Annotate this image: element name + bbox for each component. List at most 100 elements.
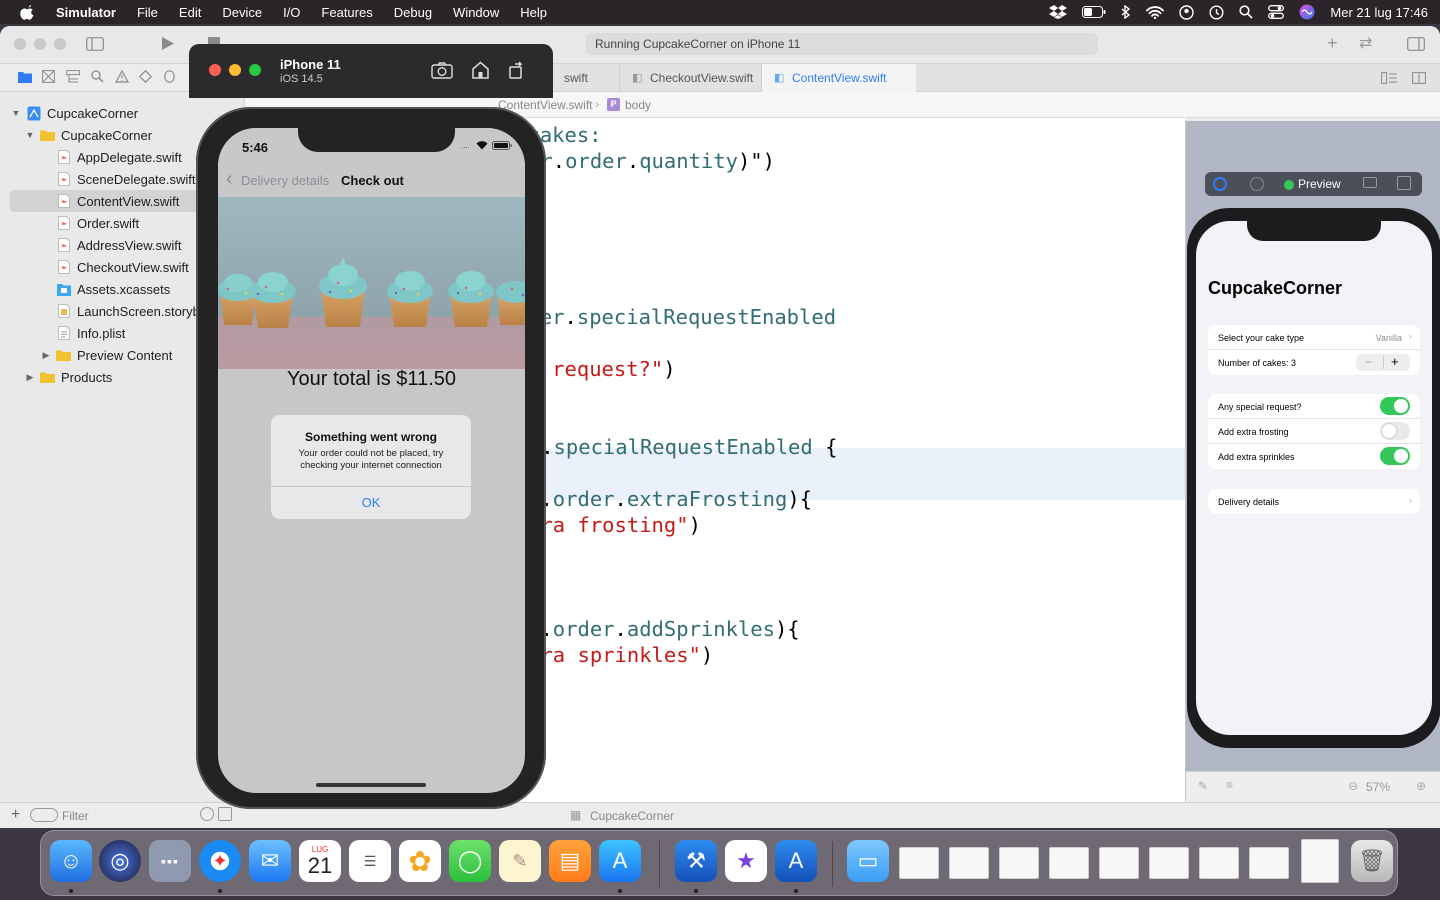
inspector-toggle-icon[interactable] [1407,37,1425,51]
xcode-minimize-button[interactable] [34,38,46,50]
minimized-window-thumbnail[interactable] [1249,847,1289,879]
simulator-zoom-button[interactable] [249,64,261,76]
tab-content-view[interactable]: ◧ ContentView.swift [761,64,916,92]
menu-io[interactable]: I/O [283,5,300,20]
issue-navigator-icon[interactable] [115,70,129,83]
app-store-icon[interactable]: A [599,840,641,882]
source-control-icon[interactable] [42,70,55,83]
zoom-out-icon[interactable]: ⊖ [1348,779,1358,793]
run-icon[interactable] [161,36,175,51]
time-machine-icon[interactable] [1209,4,1224,20]
menu-app-name[interactable]: Simulator [56,5,116,20]
extra-frosting-toggle[interactable] [1380,422,1410,440]
minimized-window-thumbnail[interactable] [949,847,989,879]
pin-icon[interactable]: ✎ [1198,779,1208,793]
siri-icon[interactable] [1299,4,1315,20]
split-editor-icon[interactable] [1412,72,1426,84]
duplicate-preview-icon[interactable] [1397,176,1411,190]
finder-icon[interactable]: ☺ [50,840,92,882]
jumpbar-file[interactable]: ContentView.swift [498,98,593,112]
spotlight-search-icon[interactable] [1239,5,1254,19]
xcode-zoom-button[interactable] [54,38,66,50]
minimized-window-thumbnail[interactable] [899,847,939,879]
simulator-close-button[interactable] [209,64,221,76]
menubar-clock[interactable]: Mer 21 lug 17:46 [1330,5,1428,20]
menu-features[interactable]: Features [321,5,372,20]
apple-icon[interactable] [20,4,36,20]
downloads-folder-icon[interactable]: ▭ [847,840,889,882]
xcode-close-button[interactable] [14,38,26,50]
variants-icon[interactable]: ≡ [1226,778,1233,792]
notes-icon[interactable]: ✎ [499,840,541,882]
minus-icon[interactable]: − [1365,355,1372,369]
debug-navigator-icon[interactable] [163,70,176,83]
back-chevron-icon[interactable]: ‹ [226,168,233,191]
device-settings-icon[interactable] [1363,177,1377,188]
jumpbar-symbol[interactable]: body [625,98,651,112]
rotate-device-icon[interactable] [508,61,525,79]
minimized-window-thumbnail[interactable] [1099,847,1139,879]
quantity-stepper[interactable]: − + [1356,354,1410,371]
trash-icon[interactable]: 🗑 [1351,840,1393,882]
battery-icon[interactable] [1082,6,1106,18]
minimized-window-thumbnail[interactable] [1199,847,1239,879]
find-navigator-icon[interactable] [91,70,104,83]
messages-icon[interactable]: ◯ [449,840,491,882]
nav-item-project[interactable]: ▼ CupcakeCorner [10,102,245,124]
sidebar-toggle-icon[interactable] [86,37,104,51]
code-review-icon[interactable]: ⇄ [1359,33,1372,53]
menu-window[interactable]: Window [453,5,499,20]
wifi-icon[interactable] [1146,5,1165,19]
alert-ok-button[interactable]: OK [271,495,471,510]
filter-icon[interactable] [30,808,58,822]
preview-cake-type-row[interactable]: Select your cake type Vanilla › [1208,325,1420,350]
back-button[interactable]: Delivery details [241,173,329,188]
bluetooth-icon[interactable] [1121,5,1131,19]
menu-edit[interactable]: Edit [179,5,201,20]
preview-label[interactable]: Preview [1298,177,1341,191]
add-file-icon[interactable]: + [11,806,20,824]
reminders-icon[interactable]: ☰ [349,840,391,882]
menu-file[interactable]: File [137,5,158,20]
symbol-navigator-icon[interactable] [66,70,80,83]
project-navigator-icon[interactable] [18,71,32,83]
disclosure-closed-icon[interactable]: ▶ [24,372,36,383]
user-account-icon[interactable] [1179,4,1195,20]
preview-delivery-details-row[interactable]: Delivery details › [1208,489,1420,514]
plus-icon[interactable]: + [1391,354,1399,369]
safari-icon[interactable]: ✦ [199,840,241,882]
launchpad-icon[interactable]: ▪▪▪ [149,840,191,882]
control-center-icon[interactable] [1268,5,1285,19]
source-control-filter-icon[interactable] [218,807,232,821]
dropbox-icon[interactable] [1049,5,1068,19]
screenshot-camera-icon[interactable] [431,62,453,79]
xcode-icon[interactable]: ⚒ [675,840,717,882]
special-request-toggle[interactable] [1380,397,1410,415]
editor-options-icon[interactable] [1381,72,1397,84]
filter-field[interactable]: Filter [62,809,89,823]
minimized-document-thumbnail[interactable] [1301,839,1339,883]
simulator-app-icon[interactable]: A [775,840,817,882]
minimized-window-thumbnail[interactable] [1149,847,1189,879]
simulator-minimize-button[interactable] [229,64,241,76]
disclosure-open-icon[interactable]: ▼ [24,130,36,140]
mail-icon[interactable]: ✉ [249,840,291,882]
menu-device[interactable]: Device [222,5,262,20]
minimized-window-thumbnail[interactable] [999,847,1039,879]
photos-icon[interactable]: ✿ [399,840,441,882]
home-indicator[interactable] [316,783,426,787]
disclosure-closed-icon[interactable]: ▶ [40,350,52,361]
minimized-window-thumbnail[interactable] [1049,847,1089,879]
recent-files-icon[interactable] [200,807,214,821]
calendar-icon[interactable]: LUG 21 [299,840,341,882]
add-library-icon[interactable]: + [1327,33,1338,54]
home-icon[interactable] [471,61,490,79]
inspect-preview-icon[interactable] [1250,177,1264,191]
imovie-icon[interactable]: ★ [725,840,767,882]
siri-app-icon[interactable]: ◎ [99,840,141,882]
books-icon[interactable]: ▤ [549,840,591,882]
disclosure-open-icon[interactable]: ▼ [10,108,22,118]
zoom-in-icon[interactable]: ⊕ [1416,779,1426,793]
test-navigator-icon[interactable] [139,70,152,83]
canvas-zoom-level[interactable]: 57% [1366,780,1390,794]
